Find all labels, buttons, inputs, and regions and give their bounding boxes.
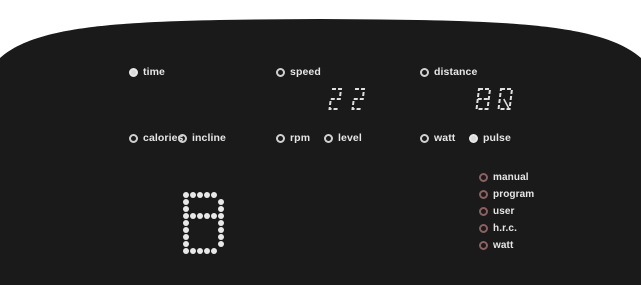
distance-led-icon: [420, 67, 429, 77]
pulse-label: pulse: [483, 132, 511, 144]
mode-indicator-list: manual program user h.r.c. watt: [479, 172, 534, 257]
pulse-led-icon: [469, 133, 478, 143]
program-led-icon: [479, 190, 488, 199]
indicator-time: time: [129, 66, 165, 78]
incline-led-icon: [178, 133, 187, 143]
rpm-label: rpm: [290, 132, 311, 144]
indicator-pulse: pulse: [469, 132, 511, 144]
time-led-icon: [129, 67, 138, 77]
console-housing: [0, 19, 641, 285]
speed-led-icon: [276, 67, 285, 77]
indicator-calories: calories: [129, 132, 184, 144]
indicator-distance: distance: [420, 66, 477, 78]
indicator-level: level: [324, 132, 362, 144]
watt-mode-led-icon: [479, 241, 488, 250]
manual-led-icon: [479, 173, 488, 182]
mode-label: h.r.c.: [493, 223, 517, 234]
level-label: level: [338, 132, 362, 144]
mode-label: program: [493, 189, 535, 200]
indicator-watt: watt: [420, 132, 455, 144]
hrc-led-icon: [479, 224, 488, 233]
calories-led-icon: [129, 133, 138, 143]
mode-user: user: [479, 206, 534, 217]
time-label: time: [143, 66, 165, 78]
level-led-icon: [324, 133, 333, 143]
indicator-incline: incline: [178, 132, 226, 144]
console-panel: time speed distance calories incline rpm…: [0, 0, 641, 285]
incline-label: incline: [192, 132, 226, 144]
mode-program: program: [479, 189, 534, 200]
mode-manual: manual: [479, 172, 534, 183]
indicator-speed: speed: [276, 66, 321, 78]
watt-label: watt: [434, 132, 456, 144]
user-led-icon: [479, 207, 488, 216]
distance-label: distance: [434, 66, 478, 78]
console-body: [0, 19, 641, 285]
rpm-led-icon: [276, 133, 285, 143]
mode-watt: watt: [479, 240, 534, 251]
mode-label: watt: [493, 240, 514, 251]
indicator-rpm: rpm: [276, 132, 310, 144]
mode-hrc: h.r.c.: [479, 223, 534, 234]
mode-label: user: [493, 206, 515, 217]
mode-label: manual: [493, 172, 529, 183]
watt-led-icon: [420, 133, 429, 143]
speed-label: speed: [290, 66, 321, 78]
